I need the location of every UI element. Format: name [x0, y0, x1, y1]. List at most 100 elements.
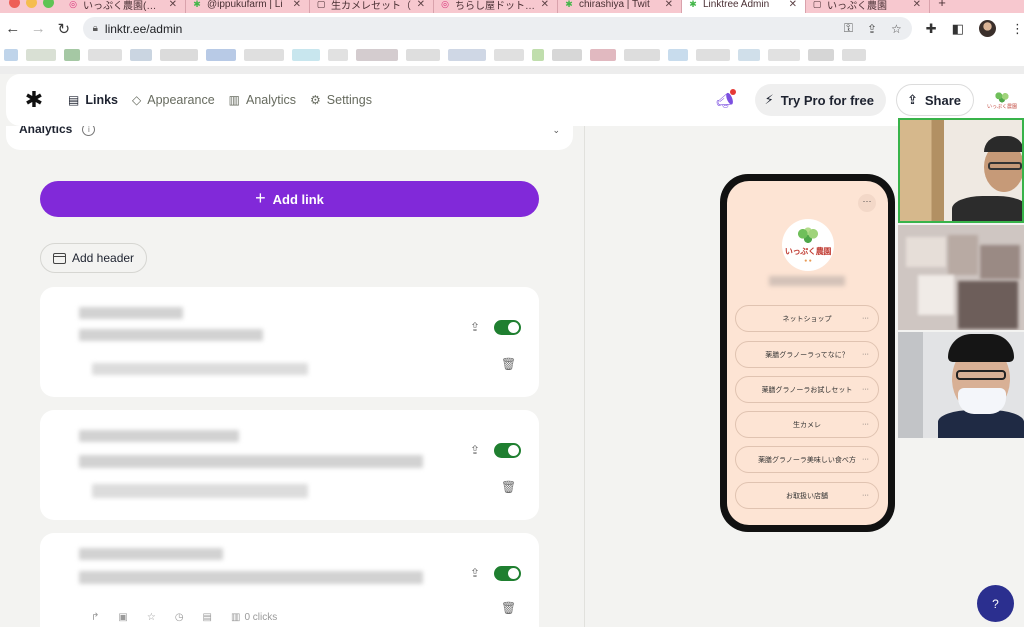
close-tab-icon[interactable]: ✕ [169, 0, 177, 10]
lock-link-icon[interactable]: ▤ [203, 612, 212, 623]
link-url-redacted[interactable] [79, 571, 423, 584]
bookmark-item[interactable] [88, 49, 122, 61]
bookmark-item[interactable] [328, 49, 348, 61]
url-text[interactable]: linktr.ee/admin [105, 22, 830, 36]
link-visibility-toggle[interactable] [494, 320, 521, 335]
bookmark-item[interactable] [696, 49, 730, 61]
minimize-window-button[interactable] [26, 0, 37, 8]
add-header-button[interactable]: Add header [40, 243, 148, 273]
reload-icon[interactable]: ↻ [51, 20, 77, 38]
bookmark-item[interactable] [26, 49, 56, 61]
chevron-down-icon[interactable]: ⌄ [552, 126, 560, 136]
forward-icon[interactable]: → [26, 20, 52, 37]
more-options-icon[interactable]: ··· [862, 351, 869, 358]
video-tile-blurred[interactable] [898, 225, 1024, 330]
link-url-redacted[interactable] [79, 329, 263, 341]
trash-icon[interactable]: 🗑︎ [501, 357, 516, 371]
video-tile-participant[interactable] [898, 332, 1024, 438]
browser-tab[interactable]: ◎ いっぷく農園(@ip ✕ [62, 0, 186, 13]
schedule-icon[interactable]: ◷ [175, 612, 184, 623]
preview-link-button[interactable]: 薬膳グラノーラ美味しい食べ方 ··· [735, 446, 879, 473]
nav-settings[interactable]: ⚙ Settings [310, 74, 372, 126]
extensions-icon[interactable]: ✚ [926, 21, 937, 37]
preview-link-button[interactable]: 生カメレ ··· [735, 411, 879, 438]
browser-profile-avatar[interactable] [979, 20, 996, 37]
link-card[interactable]: ⇪ 🗑︎ [40, 287, 539, 397]
share-link-icon[interactable]: ⇪ [470, 320, 480, 334]
bookmark-item[interactable] [590, 49, 616, 61]
close-tab-icon[interactable]: ✕ [541, 0, 549, 10]
close-window-button[interactable] [9, 0, 20, 8]
browser-tab[interactable]: ✱ @ippukufarm | Li ✕ [186, 0, 310, 13]
profile-avatar[interactable]: いっぷく農園 [984, 82, 1020, 118]
nav-analytics[interactable]: ▥ Analytics [229, 74, 296, 126]
more-options-icon[interactable]: ··· [862, 315, 869, 322]
bookmark-item[interactable] [160, 49, 198, 61]
bookmark-item[interactable] [244, 49, 284, 61]
link-card[interactable]: ⇪ 🗑︎ ↱ ▣ ☆ ◷ ▤ ▥ 0 clicks [40, 533, 539, 627]
add-link-button[interactable]: + Add link [40, 181, 539, 217]
key-icon[interactable]: ⚿ [844, 21, 853, 36]
thumbnail-icon[interactable]: ▣ [118, 612, 127, 623]
more-options-icon[interactable]: ··· [862, 456, 869, 463]
browser-tab[interactable]: ▢ いっぷく農園 ✕ [806, 0, 930, 13]
bookmark-item[interactable] [808, 49, 834, 61]
bookmark-item[interactable] [532, 49, 544, 61]
link-title-redacted[interactable] [79, 548, 223, 560]
link-title-redacted[interactable] [79, 307, 183, 319]
linktree-logo[interactable]: ✱ [14, 87, 54, 113]
browser-tab-active[interactable]: ✱ Linktree Admin ✕ [682, 0, 806, 13]
url-bar[interactable]: 🔒︎ linktr.ee/admin ⚿ ⇪ ☆ [82, 17, 912, 40]
bookmark-item[interactable] [130, 49, 152, 61]
browser-tab[interactable]: ▢ 生カメレセット（ ✕ [310, 0, 434, 13]
bookmark-item[interactable] [64, 49, 80, 61]
bookmark-item[interactable] [624, 49, 660, 61]
preview-link-button[interactable]: ネットショップ ··· [735, 305, 879, 332]
more-options-icon[interactable]: ··· [862, 386, 869, 393]
video-tile-speaker[interactable] [898, 118, 1024, 223]
bookmark-item[interactable] [552, 49, 582, 61]
preview-link-button[interactable]: お取扱い店舗 ··· [735, 482, 879, 509]
nav-appearance[interactable]: ◇ Appearance [132, 74, 215, 126]
maximize-window-button[interactable] [43, 0, 54, 8]
more-options-icon[interactable]: ··· [862, 421, 869, 428]
bookmark-star-icon[interactable]: ☆ [891, 22, 902, 36]
close-tab-icon[interactable]: ✕ [417, 0, 425, 10]
share-button[interactable]: ⇪ Share [895, 84, 974, 116]
try-pro-button[interactable]: ⚡︎ Try Pro for free [754, 84, 886, 116]
preview-link-button[interactable]: 薬膳グラノーラってなに？ ··· [735, 341, 879, 368]
bookmark-item[interactable] [768, 49, 800, 61]
link-title-redacted[interactable] [79, 430, 239, 442]
new-tab-button[interactable]: + [930, 0, 954, 10]
bookmark-item[interactable] [738, 49, 760, 61]
browser-tab[interactable]: ◎ ちらし屋ドットコム ✕ [434, 0, 558, 13]
browser-menu-icon[interactable]: ⋮ [1011, 21, 1024, 37]
close-tab-icon[interactable]: ✕ [665, 0, 673, 10]
star-icon[interactable]: ☆ [147, 612, 156, 623]
share-link-icon[interactable]: ⇪ [470, 443, 480, 457]
share-link-icon[interactable]: ⇪ [470, 566, 480, 580]
trash-icon[interactable]: 🗑︎ [501, 480, 516, 494]
notifications-button[interactable]: 📣︎ [713, 88, 737, 112]
close-tab-icon[interactable]: ✕ [789, 0, 797, 10]
more-options-icon[interactable]: ··· [862, 492, 869, 499]
link-visibility-toggle[interactable] [494, 566, 521, 581]
bookmark-item[interactable] [668, 49, 688, 61]
browser-tab[interactable]: ✱ chirashiya | Twit ✕ [558, 0, 682, 13]
link-visibility-toggle[interactable] [494, 443, 521, 458]
help-button[interactable]: ? [977, 585, 1014, 622]
link-card[interactable]: ⇪ 🗑︎ [40, 410, 539, 520]
back-icon[interactable]: ← [0, 20, 26, 37]
more-options-icon[interactable]: ··· [858, 194, 876, 212]
preview-link-button[interactable]: 薬膳グラノーラお試しセット ··· [735, 376, 879, 403]
bookmark-item[interactable] [292, 49, 320, 61]
bookmark-item[interactable] [494, 49, 524, 61]
close-tab-icon[interactable]: ✕ [913, 0, 921, 10]
share-page-icon[interactable]: ⇪ [867, 22, 877, 36]
bookmark-item[interactable] [206, 49, 236, 61]
bookmark-item[interactable] [842, 49, 866, 61]
side-panel-icon[interactable]: ◧ [952, 21, 964, 37]
trash-icon[interactable]: 🗑︎ [501, 601, 516, 615]
link-url-redacted[interactable] [79, 455, 423, 468]
info-icon[interactable]: i [82, 126, 96, 136]
